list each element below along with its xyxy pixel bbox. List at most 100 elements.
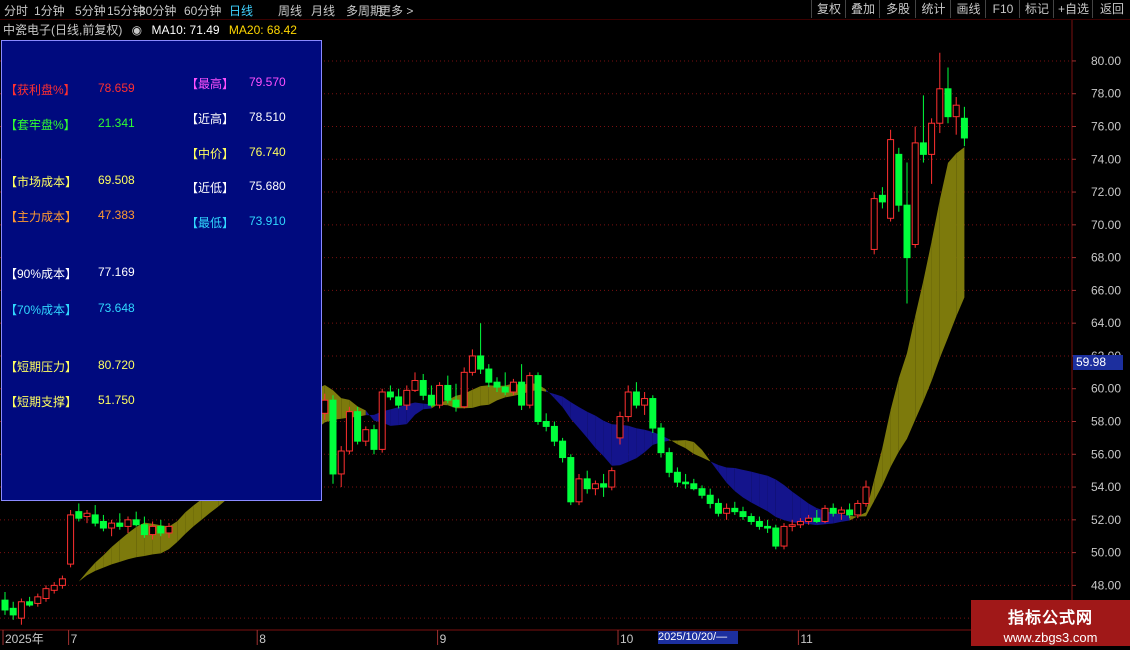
candle-body-89 bbox=[731, 507, 739, 513]
candle-body-47 bbox=[386, 391, 394, 398]
candle-body-39 bbox=[321, 399, 329, 414]
cost-band-segment-109 bbox=[890, 378, 899, 467]
candle-body-57 bbox=[468, 355, 476, 373]
candle-body-96 bbox=[788, 524, 796, 527]
cost-band-segment-58 bbox=[472, 386, 481, 408]
candle-body-53 bbox=[436, 384, 444, 406]
cost-band-segment-59 bbox=[480, 385, 489, 406]
candle-body-45 bbox=[370, 429, 378, 450]
panel-left-value-4: 77.169 bbox=[98, 265, 135, 279]
cost-band-segment-93 bbox=[759, 473, 768, 512]
y-tick-label-8: 64.00 bbox=[1091, 316, 1121, 330]
panel-left-value-1: 21.341 bbox=[98, 116, 135, 130]
candle-body-80 bbox=[657, 427, 665, 454]
candle-body-6 bbox=[50, 584, 58, 591]
cost-band-segment-86 bbox=[702, 449, 711, 462]
candle-body-100 bbox=[821, 507, 829, 522]
candle-body-63 bbox=[518, 381, 526, 406]
y-tick-label-7: 66.00 bbox=[1091, 283, 1121, 297]
candle-body-75 bbox=[616, 416, 624, 439]
candle-body-14 bbox=[116, 522, 124, 527]
cost-band-segment-94 bbox=[767, 475, 776, 518]
candle-body-110 bbox=[903, 204, 911, 259]
cost-band-segment-21 bbox=[169, 521, 178, 550]
x-tick-label-4: 10 bbox=[620, 632, 634, 646]
y-tick-label-15: 50.00 bbox=[1091, 546, 1121, 560]
watermark-logo: 指标公式网 www.zbgs3.com bbox=[971, 600, 1130, 646]
cost-band-segment-48 bbox=[390, 407, 399, 426]
candle-body-16 bbox=[132, 519, 140, 526]
candle-body-59 bbox=[485, 368, 493, 383]
panel-left-value-5: 73.648 bbox=[98, 301, 135, 315]
cost-band-segment-90 bbox=[734, 468, 743, 498]
y-tick-label-16: 48.00 bbox=[1091, 578, 1121, 592]
cost-band-segment-73 bbox=[595, 415, 604, 457]
cost-band-segment-116 bbox=[948, 153, 957, 338]
cost-band-segment-83 bbox=[677, 440, 686, 449]
candle-body-4 bbox=[34, 596, 42, 604]
candle-body-51 bbox=[419, 380, 427, 396]
candle-body-106 bbox=[870, 198, 878, 250]
panel-right-label-0: 【最高】 bbox=[186, 77, 235, 91]
panel-left-label-1: 【套牢盘%】 bbox=[5, 118, 76, 132]
candle-body-12 bbox=[99, 520, 107, 529]
candle-body-17 bbox=[140, 524, 148, 536]
candle-body-11 bbox=[91, 514, 99, 524]
candle-body-69 bbox=[567, 457, 575, 503]
candle-body-20 bbox=[165, 525, 173, 534]
candle-body-79 bbox=[649, 398, 657, 429]
candle-body-7 bbox=[58, 578, 66, 586]
panel-right-label-3: 【近低】 bbox=[186, 181, 235, 195]
cost-band-segment-23 bbox=[185, 505, 194, 534]
cost-band-segment-16 bbox=[128, 527, 137, 560]
cost-band-segment-79 bbox=[644, 429, 653, 453]
candle-body-9 bbox=[75, 511, 83, 519]
chip-distribution-panel: 【获利盘%】 78.659 【套牢盘%】 21.341 【市场成本】 69.508 【主力成… bbox=[1, 40, 322, 501]
candle-body-107 bbox=[878, 194, 886, 203]
cost-band-segment-71 bbox=[579, 407, 588, 438]
candle-body-18 bbox=[149, 525, 157, 536]
candle-body-101 bbox=[829, 507, 837, 514]
panel-left-label-3: 【主力成本】 bbox=[5, 210, 78, 224]
candle-body-73 bbox=[600, 483, 608, 488]
candle-body-76 bbox=[624, 391, 632, 418]
cost-band-segment-78 bbox=[636, 428, 645, 459]
panel-right-value-4: 73.910 bbox=[249, 214, 286, 228]
candle-body-65 bbox=[534, 375, 542, 423]
x-tick-label-1: 7 bbox=[71, 632, 78, 646]
candle-body-108 bbox=[887, 139, 895, 219]
cost-band-segment-14 bbox=[111, 539, 120, 565]
cost-band-segment-87 bbox=[710, 460, 719, 472]
candle-body-88 bbox=[723, 507, 731, 514]
date-cursor-label: 2025/10/20/— bbox=[658, 631, 738, 644]
candle-body-62 bbox=[509, 381, 517, 393]
panel-left-label-2: 【市场成本】 bbox=[5, 175, 78, 189]
candle-body-15 bbox=[124, 519, 132, 527]
y-tick-label-4: 72.00 bbox=[1091, 185, 1121, 199]
candle-body-81 bbox=[665, 452, 673, 473]
candle-body-95 bbox=[780, 525, 788, 547]
candle-body-46 bbox=[378, 391, 386, 450]
cost-band-segment-12 bbox=[95, 555, 104, 571]
cost-band-segment-110 bbox=[898, 353, 907, 452]
cost-band-segment-68 bbox=[554, 393, 563, 408]
panel-left-label-7: 【短期支撑】 bbox=[5, 395, 78, 409]
candle-body-112 bbox=[919, 142, 927, 155]
panel-right-value-3: 75.680 bbox=[249, 179, 286, 193]
cost-band-segment-51 bbox=[415, 402, 424, 415]
candle-body-68 bbox=[559, 440, 567, 459]
y-tick-label-5: 70.00 bbox=[1091, 218, 1121, 232]
cost-band-segment-9 bbox=[70, 581, 79, 589]
candle-body-85 bbox=[698, 488, 706, 496]
candle-body-8 bbox=[67, 514, 75, 565]
cost-band-segment-107 bbox=[874, 447, 883, 501]
panel-left-value-7: 51.750 bbox=[98, 393, 135, 407]
candle-body-86 bbox=[706, 494, 714, 504]
cost-band-segment-15 bbox=[119, 533, 128, 562]
panel-left-label-4: 【90%成本】 bbox=[5, 267, 78, 281]
candle-body-58 bbox=[477, 355, 485, 370]
panel-left-value-6: 80.720 bbox=[98, 358, 135, 372]
candle-body-98 bbox=[805, 517, 813, 522]
y-tick-label-3: 74.00 bbox=[1091, 152, 1121, 166]
x-tick-label-0: 2025年 bbox=[5, 632, 44, 646]
